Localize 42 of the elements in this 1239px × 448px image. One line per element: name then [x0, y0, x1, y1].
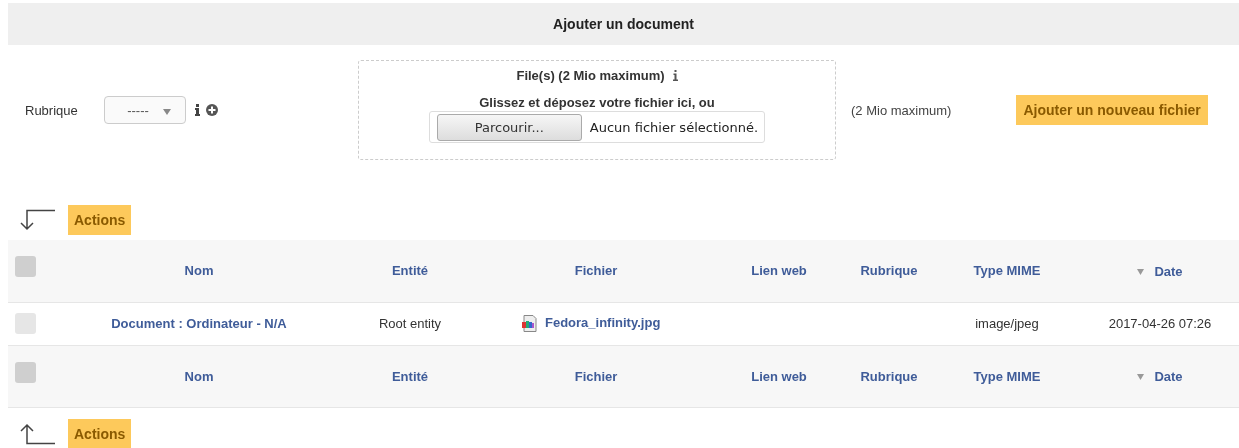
column-header[interactable]: Date	[1137, 369, 1183, 385]
file-link[interactable]: Fedora_infinity.jpg	[545, 314, 661, 330]
table-cell: Root entity	[378, 316, 442, 331]
dropzone-title: File(s) (2 Mio maximum)	[516, 68, 665, 83]
add-icon[interactable]	[206, 104, 218, 116]
column-header[interactable]: Nom	[184, 263, 214, 279]
column-header[interactable]: Rubrique	[860, 368, 918, 384]
form-title: Ajouter un document	[553, 16, 694, 32]
column-header[interactable]: Date	[1137, 264, 1183, 279]
column-header[interactable]: Rubrique	[860, 263, 918, 279]
dropzone[interactable]: File(s) (2 Mio maximum) Glissez et déposez votre fichier ici, ou Parcourir... Aucun fichier sélectionné.	[358, 60, 836, 160]
browse-button[interactable]: Parcourir...	[436, 113, 582, 141]
table-cell: 2017-04-26 07:26	[1108, 316, 1212, 331]
arrow-down-icon	[18, 209, 56, 231]
image-file-icon	[521, 315, 537, 333]
arrow-up-icon	[18, 422, 56, 445]
document-link[interactable]: Document : Ordinateur - N/A	[111, 316, 287, 331]
column-header[interactable]: Entité	[391, 263, 429, 279]
column-header[interactable]: Fichier	[574, 263, 618, 279]
row-checkbox[interactable]	[15, 313, 36, 334]
column-header[interactable]: Fichier	[574, 368, 618, 384]
select-all-checkbox[interactable]	[15, 256, 36, 277]
info-icon[interactable]	[672, 70, 678, 81]
add-file-button[interactable]: Ajouter un nouveau fichier	[1016, 95, 1208, 125]
field-label: Rubrique	[25, 102, 79, 118]
column-header[interactable]: Type MIME	[973, 368, 1041, 384]
table-cell: image/jpeg	[975, 316, 1039, 331]
actions-button[interactable]: Actions	[68, 205, 132, 235]
select-all-checkbox[interactable]	[15, 361, 36, 383]
info-icon[interactable]	[195, 104, 200, 116]
file-input[interactable]: Parcourir... Aucun fichier sélectionné.	[428, 111, 766, 143]
column-header[interactable]: Nom	[184, 368, 214, 384]
category-select[interactable]: -----	[104, 96, 186, 124]
caret-icon	[162, 108, 171, 115]
file-status: Aucun fichier sélectionné.	[589, 119, 759, 135]
dropzone-hint: Glissez et déposez votre fichier ici, ou	[479, 95, 715, 110]
column-header[interactable]: Lien web	[751, 263, 807, 279]
column-header[interactable]: Lien web	[751, 368, 807, 384]
column-header[interactable]: Entité	[391, 368, 429, 384]
size-note: (2 Mio maximum)	[851, 102, 952, 118]
column-header[interactable]: Type MIME	[973, 263, 1041, 279]
actions-button[interactable]: Actions	[68, 418, 132, 448]
